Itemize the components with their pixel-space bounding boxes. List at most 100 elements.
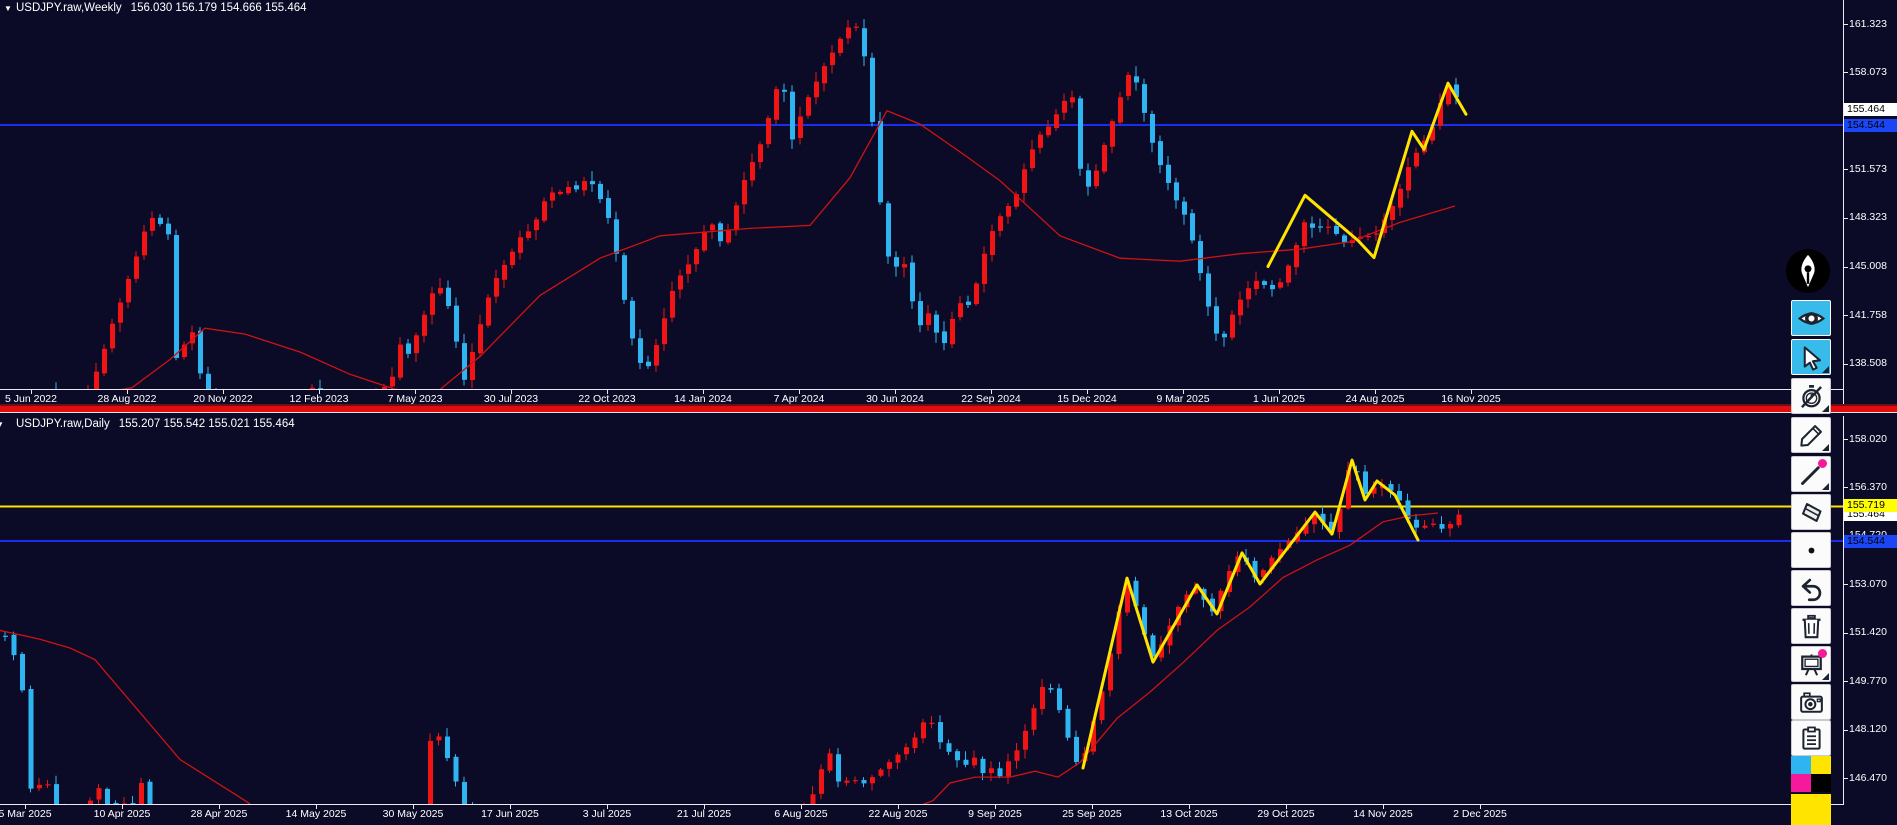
time-axis-tick: [995, 805, 996, 809]
flyout-corner-indicator: [1822, 366, 1829, 373]
time-axis-tick: [127, 390, 128, 394]
candle-body: [1230, 314, 1235, 338]
stopwatch-tool[interactable]: [1791, 378, 1831, 414]
undo-tool[interactable]: [1791, 570, 1831, 606]
easel-tool[interactable]: [1791, 646, 1831, 682]
candle-body: [702, 231, 707, 251]
candle-body: [758, 144, 763, 163]
flyout-corner-indicator: [1822, 483, 1829, 490]
time-axis-label: 14 Nov 2025: [1353, 808, 1413, 820]
candle-body: [750, 162, 755, 181]
candle-body: [550, 192, 555, 201]
candle-body: [921, 722, 926, 739]
dot-tool[interactable]: [1791, 532, 1831, 568]
candle-body: [422, 314, 427, 336]
candle-body: [942, 331, 947, 344]
candle-body: [718, 223, 723, 242]
line-tool[interactable]: [1791, 456, 1831, 492]
time-axis-label: 9 Sep 2025: [968, 808, 1022, 820]
candle-body: [958, 303, 963, 318]
cursor-icon: [1803, 345, 1821, 371]
price-axis-label: 156.370: [1849, 480, 1887, 493]
candle-body: [1065, 708, 1071, 738]
chart-collapse-arrow[interactable]: ▼: [4, 4, 12, 13]
price-axis-tick: [1843, 439, 1848, 440]
time-axis-label: 6 Aug 2025: [774, 808, 828, 820]
candle-body: [526, 231, 531, 238]
candle-body: [470, 352, 475, 381]
eye-tool[interactable]: [1791, 300, 1831, 336]
candle-body: [836, 754, 841, 782]
candle-body: [870, 57, 875, 122]
time-axis-tick: [607, 805, 608, 809]
candle-body: [453, 756, 459, 782]
chart-window-separator[interactable]: [0, 404, 1897, 416]
daily-chart-plot[interactable]: [0, 416, 1844, 804]
cursor-tool[interactable]: [1791, 339, 1831, 375]
weekly-chart-plot[interactable]: [0, 0, 1844, 389]
candle-body: [1222, 333, 1227, 338]
candle-body: [105, 788, 110, 804]
zigzag-overlay[interactable]: [1266, 81, 1468, 268]
candle-body: [686, 264, 691, 274]
weekly-ohlc-values: 156.030 156.179 154.666 155.464: [130, 2, 307, 14]
time-axis-label: 2 Dec 2025: [1453, 808, 1507, 820]
palette-color-cell[interactable]: [1811, 774, 1831, 792]
candle-body: [37, 784, 42, 789]
weekly-chart-title: USDJPY.raw,Weekly 156.030 156.179 154.666…: [16, 2, 307, 14]
candle-body: [1094, 170, 1099, 187]
pen-nib-logo[interactable]: [1786, 249, 1830, 293]
candle-body: [1448, 523, 1453, 529]
candle-body: [582, 181, 587, 191]
candle-body: [3, 635, 8, 637]
clipboard-tool[interactable]: [1791, 720, 1831, 756]
flyout-corner-indicator: [1822, 444, 1829, 451]
camera-tool[interactable]: [1791, 684, 1831, 720]
color-palette-tool[interactable]: [1791, 756, 1831, 792]
eye-icon: [1797, 311, 1825, 325]
pencil-icon: [1799, 424, 1822, 447]
price-axis-label: 141.758: [1849, 308, 1887, 321]
chart-collapse-arrow[interactable]: ▼: [0, 420, 4, 429]
trash-tool[interactable]: [1791, 608, 1831, 644]
palette-color-cell[interactable]: [1791, 774, 1811, 792]
candle-body: [518, 237, 523, 253]
candle-body: [854, 26, 859, 28]
palette-color-cell[interactable]: [1791, 756, 1811, 774]
time-axis-tick: [1183, 390, 1184, 394]
time-axis-tick: [895, 390, 896, 394]
candle-body: [558, 191, 563, 195]
price-axis-label: 138.508: [1849, 357, 1887, 370]
candle-body: [1118, 97, 1123, 123]
camera-icon: [1799, 691, 1823, 713]
candle-body: [726, 229, 731, 243]
palette-color-cell[interactable]: [1811, 756, 1831, 774]
candle-body: [414, 335, 419, 354]
time-axis-tick: [799, 390, 800, 394]
eraser-icon: [1801, 502, 1822, 522]
time-axis-label: 30 May 2025: [382, 808, 444, 820]
eraser-tool[interactable]: [1791, 494, 1831, 530]
time-axis-tick: [1480, 805, 1481, 809]
candle-body: [838, 38, 843, 53]
price-axis-label: 151.420: [1849, 626, 1887, 639]
time-axis-tick: [801, 805, 802, 809]
candle-body: [870, 777, 875, 784]
time-axis-label: 17 Jun 2025: [481, 808, 539, 820]
candle-body: [886, 203, 891, 257]
time-axis-tick: [25, 805, 26, 809]
time-axis-tick: [1279, 390, 1280, 394]
price-axis-tick: [1843, 584, 1848, 586]
candle-body: [1070, 97, 1075, 103]
time-axis-label: 28 Apr 2025: [190, 808, 248, 820]
candle-body: [28, 689, 34, 789]
candle-body: [454, 305, 459, 342]
price-axis-label: 145.008: [1849, 260, 1887, 273]
pencil-tool[interactable]: [1791, 417, 1831, 453]
candle-body: [1246, 288, 1251, 300]
yellow-swatch-tool[interactable]: [1791, 794, 1831, 825]
candle-body: [1422, 525, 1428, 528]
candle-body: [766, 118, 771, 145]
candle-body: [94, 371, 99, 389]
candle-body: [622, 255, 627, 300]
